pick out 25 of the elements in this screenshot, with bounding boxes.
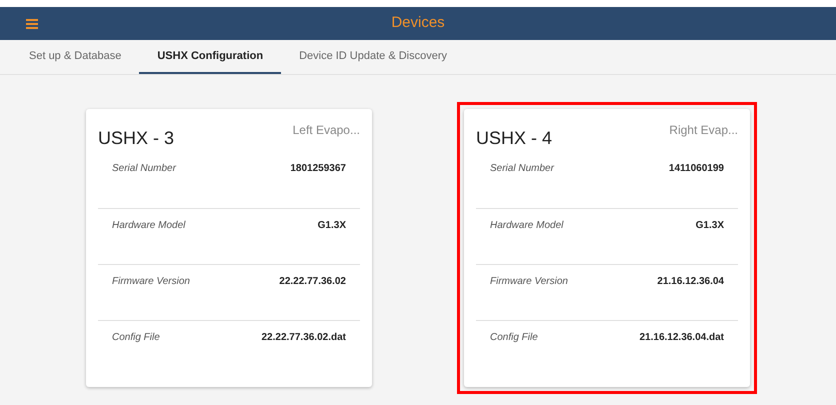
menu-icon[interactable] bbox=[26, 18, 38, 28]
field-value: G1.3X bbox=[318, 219, 346, 233]
field-label: Hardware Model bbox=[490, 219, 564, 233]
field-label: Serial Number bbox=[490, 162, 554, 176]
field-value: 1411060199 bbox=[668, 162, 724, 176]
field-value: 21.16.12.36.04 bbox=[657, 275, 724, 289]
card-title: USHX - 3 bbox=[98, 127, 174, 150]
field-label: Firmware Version bbox=[112, 275, 190, 289]
field-label: Config File bbox=[112, 331, 160, 345]
card-subtitle: Right Evap... bbox=[669, 122, 738, 139]
card-subtitle: Left Evapo... bbox=[292, 122, 360, 139]
tab[interactable]: Device ID Update & Discovery bbox=[281, 40, 466, 74]
field-value: 21.16.12.36.04.dat bbox=[639, 331, 724, 345]
page-title: Devices bbox=[391, 13, 445, 34]
field-label: Firmware Version bbox=[490, 275, 568, 289]
field-value: 22.22.77.36.02.dat bbox=[261, 331, 346, 345]
field-value: 22.22.77.36.02 bbox=[279, 275, 346, 289]
card-title: USHX - 4 bbox=[476, 127, 552, 150]
field-label: Config File bbox=[490, 331, 538, 345]
field-label: Serial Number bbox=[112, 162, 176, 176]
field-label: Hardware Model bbox=[112, 219, 186, 233]
field-value: G1.3X bbox=[696, 219, 724, 233]
tab[interactable]: USHX Configuration bbox=[139, 40, 282, 74]
field-value: 1801259367 bbox=[290, 162, 346, 176]
tab[interactable]: Set up & Database bbox=[11, 40, 140, 74]
